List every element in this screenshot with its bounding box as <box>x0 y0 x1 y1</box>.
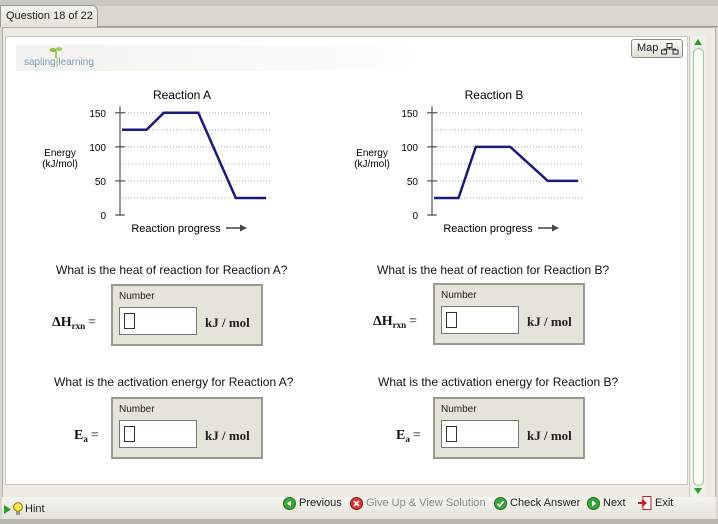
next-arrow-icon <box>587 496 600 510</box>
scroll-track[interactable] <box>693 48 704 486</box>
map-label: Map <box>637 42 659 54</box>
chart-b-energy-curve <box>434 145 578 200</box>
check-answer-label: Check Answer <box>510 497 581 509</box>
delta-h-eq-a: = <box>88 315 97 330</box>
chart-b-ylabel: Energy (kJ/mol) <box>354 148 390 170</box>
chart-a-ytick-label: 100 <box>89 143 106 154</box>
hint-button[interactable]: Hint <box>4 502 45 516</box>
activation-unit-b: kJ / mol <box>527 428 572 443</box>
chart-a-xlabel: Reaction progress <box>131 223 221 235</box>
scrollbar[interactable] <box>689 36 706 498</box>
number-label: Number <box>119 404 155 415</box>
chart-a-energy-curve <box>122 111 266 200</box>
ea-symbol-b: E <box>396 428 406 443</box>
delta-h-sub-b: rxn <box>392 320 407 330</box>
chart-a-arrow-icon <box>226 224 247 232</box>
map-icon <box>661 43 679 55</box>
ea-sub-b: a <box>405 434 410 444</box>
chart-b-arrow-icon <box>538 224 559 232</box>
delta-h-label-b: ΔHrxn = <box>373 314 417 330</box>
logo-part2: learning <box>58 57 94 68</box>
chart-b-ytick-label: 0 <box>412 211 418 222</box>
reaction-a-chart: Reaction A Energy (kJ/mol) 0 50 100 150 Rea… <box>42 88 270 235</box>
chart-a-ytick-label: 0 <box>100 211 106 222</box>
chart-a-ytick-label: 50 <box>95 177 107 188</box>
exit-label: Exit <box>655 497 674 509</box>
lightbulb-icon <box>13 502 23 515</box>
give-up-button[interactable]: Give Up & View Solution <box>350 494 486 512</box>
ea-sub-a: a <box>83 434 88 444</box>
heat-unit-b: kJ / mol <box>527 314 572 329</box>
logo-text: sapling|learning <box>24 57 94 68</box>
exit-door-icon <box>638 496 652 510</box>
number-label: Number <box>441 290 477 301</box>
map-button[interactable]: Map <box>631 39 683 58</box>
activation-input-b[interactable] <box>441 420 519 448</box>
heat-question-b: What is the heat of reaction for Reactio… <box>377 263 610 277</box>
check-icon <box>494 496 507 510</box>
chart-b-ytick-label: 100 <box>401 143 418 154</box>
activation-number-box-b: Number kJ / mol <box>433 397 585 459</box>
delta-h-eq-b: = <box>409 314 418 329</box>
chart-a-title: Reaction A <box>153 88 211 102</box>
chart-b-ylabel-text: Energy <box>356 148 388 159</box>
number-label: Number <box>119 291 155 302</box>
heat-unit-a: kJ / mol <box>205 315 250 330</box>
scroll-up-icon[interactable] <box>694 39 702 45</box>
heat-input-b[interactable] <box>441 306 519 334</box>
activation-input-a[interactable] <box>119 420 197 448</box>
delta-h-sub-a: rxn <box>71 321 86 331</box>
chart-a-ylabel: Energy (kJ/mol) <box>42 148 78 170</box>
chart-b-ytick-label: 150 <box>401 109 418 120</box>
check-answer-button[interactable]: Check Answer <box>494 494 580 512</box>
delta-h-label-a: ΔHrxn = <box>52 315 96 331</box>
chart-a-ylabel-text: Energy <box>44 148 76 159</box>
hint-label: Hint <box>25 503 45 515</box>
heat-input-a[interactable] <box>119 307 197 335</box>
previous-arrow-icon <box>283 496 296 510</box>
delta-h-symbol-b: ΔH <box>373 314 393 329</box>
next-button[interactable]: Next <box>587 494 626 512</box>
window-top-strip <box>0 0 718 6</box>
play-icon <box>4 504 11 514</box>
chart-b-ytick-label: 50 <box>407 177 419 188</box>
chart-a-ytick-label: 150 <box>89 109 106 120</box>
heat-number-box-b: Number kJ / mol <box>433 283 585 345</box>
next-label: Next <box>603 497 626 509</box>
exit-button[interactable]: Exit <box>637 494 673 512</box>
chart-a-ylabel-unit: (kJ/mol) <box>42 159 78 170</box>
ea-eq-a: = <box>90 428 99 443</box>
number-label: Number <box>441 404 477 415</box>
heat-question-a: What is the heat of reaction for Reactio… <box>56 263 288 277</box>
give-up-label: Give Up & View Solution <box>366 497 486 509</box>
heat-number-box-a: Number kJ / mol <box>111 284 263 346</box>
chart-b-ylabel-unit: (kJ/mol) <box>354 159 390 170</box>
activation-number-box-a: Number kJ / mol <box>111 397 263 459</box>
give-up-x-icon <box>350 496 363 510</box>
scroll-down-icon[interactable] <box>694 488 702 494</box>
activation-unit-a: kJ / mol <box>205 428 250 443</box>
window-bottom-edge <box>0 519 718 524</box>
activation-question-b: What is the activation energy for Reacti… <box>378 375 619 389</box>
activation-question-a: What is the activation energy for Reacti… <box>54 375 294 389</box>
sapling-logo: sapling|learning <box>16 45 466 71</box>
chart-b-xlabel: Reaction progress <box>443 223 533 235</box>
ea-label-a: Ea = <box>74 428 99 444</box>
logo-part1: sapling <box>24 57 56 68</box>
chart-b-title: Reaction B <box>465 88 524 102</box>
previous-label: Previous <box>299 497 342 509</box>
ea-eq-b: = <box>412 428 421 443</box>
reaction-b-chart: Reaction B Energy (kJ/mol) 0 50 100 150 Rea… <box>354 88 582 235</box>
delta-h-symbol-a: ΔH <box>52 315 72 330</box>
ea-label-b: Ea = <box>396 428 421 444</box>
ea-symbol-a: E <box>74 428 84 443</box>
question-tab[interactable]: Question 18 of 22 <box>0 5 98 27</box>
previous-button[interactable]: Previous <box>283 494 342 512</box>
